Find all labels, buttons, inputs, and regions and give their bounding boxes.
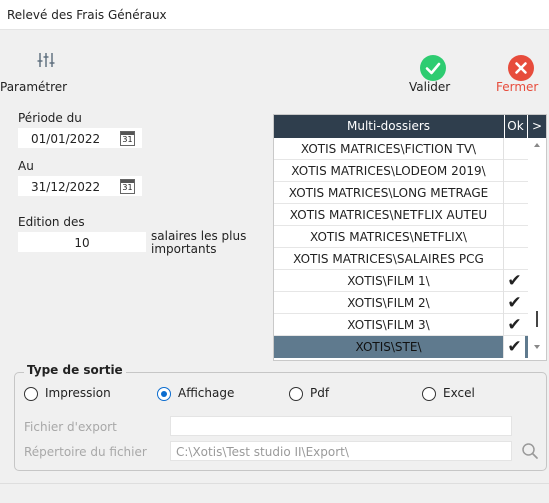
close-button[interactable]: Fermer xyxy=(494,48,549,98)
row-name: XOTIS\STE\ xyxy=(355,340,422,354)
calendar-icon[interactable]: 31 xyxy=(120,179,135,194)
sliders-icon xyxy=(37,53,55,67)
window-title: Relevé des Frais Généraux xyxy=(0,0,549,30)
grid-header: Multi-dossiers Ok > xyxy=(274,115,546,138)
row-ok-checkbox[interactable] xyxy=(503,248,525,270)
row-ok-checkbox[interactable] xyxy=(503,138,525,160)
radio-pdf[interactable]: Pdf xyxy=(289,386,369,402)
scroll-thumb[interactable] xyxy=(536,311,538,327)
row-ok-checkbox[interactable] xyxy=(503,226,525,248)
radio-affichage[interactable]: Affichage xyxy=(157,386,277,402)
row-name: XOTIS MATRICES\NETFLIX AUTEU xyxy=(289,208,488,222)
row-name: XOTIS MATRICES\LODEOM 2019\ xyxy=(291,164,486,178)
table-row-selected[interactable]: XOTIS\STE\ ✔ xyxy=(274,336,528,358)
export-file-input[interactable] xyxy=(170,416,512,436)
table-row[interactable]: XOTIS\FILM 3\ ✔ xyxy=(274,314,528,336)
edition-count-input[interactable]: 10 xyxy=(18,232,146,252)
validate-button[interactable]: Valider xyxy=(405,48,461,98)
radio-button[interactable] xyxy=(24,387,38,401)
check-circle-icon xyxy=(420,55,446,81)
radio-label: Affichage xyxy=(178,386,235,400)
row-name: XOTIS MATRICES\NETFLIX\ xyxy=(310,230,467,244)
radio-label: Impression xyxy=(45,386,111,400)
grid-header-arrow[interactable]: > xyxy=(527,115,546,138)
settings-label: Paramétrer xyxy=(0,80,68,94)
validate-label: Valider xyxy=(409,80,451,94)
edition-suffix-line2: importants xyxy=(151,242,217,256)
table-row[interactable]: XOTIS\FILM 2\ ✔ xyxy=(274,292,528,314)
row-name: XOTIS\FILM 2\ xyxy=(347,296,430,310)
row-name: XOTIS\FILM 3\ xyxy=(347,318,430,332)
scroll-up-icon[interactable] xyxy=(533,142,541,148)
output-type-title: Type de sortie xyxy=(24,363,126,377)
table-row[interactable]: XOTIS MATRICES\FICTION TV\ xyxy=(274,138,528,160)
multi-dossiers-grid[interactable]: Multi-dossiers Ok > XOTIS MATRICES\FICTI… xyxy=(273,114,547,361)
row-ok-checkbox[interactable] xyxy=(503,204,525,226)
close-label: Fermer xyxy=(496,80,539,94)
edition-label: Edition des xyxy=(18,215,85,229)
table-row[interactable]: XOTIS MATRICES\LODEOM 2019\ xyxy=(274,160,528,182)
row-name: XOTIS MATRICES\FICTION TV\ xyxy=(300,142,477,156)
radio-impression[interactable]: Impression xyxy=(24,386,144,402)
row-ok-checkbox[interactable]: ✔ xyxy=(503,270,525,292)
period-to-label: Au xyxy=(18,159,34,173)
row-ok-checkbox[interactable]: ✔ xyxy=(503,314,525,336)
period-from-label: Période du xyxy=(18,111,82,125)
settings-button[interactable]: Paramétrer xyxy=(0,48,90,98)
calendar-icon[interactable]: 31 xyxy=(120,131,135,146)
grid-header-ok[interactable]: Ok xyxy=(504,115,526,138)
status-bar xyxy=(0,483,549,503)
radio-excel[interactable]: Excel xyxy=(422,386,502,402)
x-circle-icon xyxy=(508,55,534,81)
row-ok-checkbox[interactable]: ✔ xyxy=(503,292,525,314)
export-file-label: Fichier d'export xyxy=(24,420,117,434)
row-ok-checkbox[interactable] xyxy=(503,160,525,182)
radio-button-selected[interactable] xyxy=(157,387,171,401)
export-dir-label: Répertoire du fichier xyxy=(24,445,147,459)
export-dir-input[interactable]: C:\Xotis\Test studio II\Export\ xyxy=(170,441,512,461)
table-row[interactable]: XOTIS MATRICES\LONG METRAGE xyxy=(274,182,528,204)
radio-button[interactable] xyxy=(422,387,436,401)
radio-button[interactable] xyxy=(289,387,303,401)
grid-scrollbar[interactable] xyxy=(528,138,546,360)
grid-header-main[interactable]: Multi-dossiers xyxy=(274,115,503,138)
row-name: XOTIS MATRICES\LONG METRAGE xyxy=(288,186,489,200)
table-row[interactable]: XOTIS MATRICES\NETFLIX AUTEU xyxy=(274,204,528,226)
scroll-down-icon[interactable] xyxy=(533,344,541,350)
row-ok-checkbox[interactable] xyxy=(503,182,525,204)
search-icon[interactable] xyxy=(521,442,539,460)
table-row[interactable]: XOTIS\FILM 1\ ✔ xyxy=(274,270,528,292)
row-name: XOTIS\FILM 1\ xyxy=(347,274,430,288)
table-row[interactable]: XOTIS MATRICES\SALAIRES PCG xyxy=(274,248,528,270)
row-name: XOTIS MATRICES\SALAIRES PCG xyxy=(293,252,484,266)
edition-suffix-line1: salaires les plus xyxy=(151,229,247,243)
row-ok-checkbox[interactable]: ✔ xyxy=(503,336,525,358)
radio-label: Pdf xyxy=(310,386,330,400)
table-row[interactable]: XOTIS MATRICES\NETFLIX\ xyxy=(274,226,528,248)
radio-label: Excel xyxy=(443,386,475,400)
